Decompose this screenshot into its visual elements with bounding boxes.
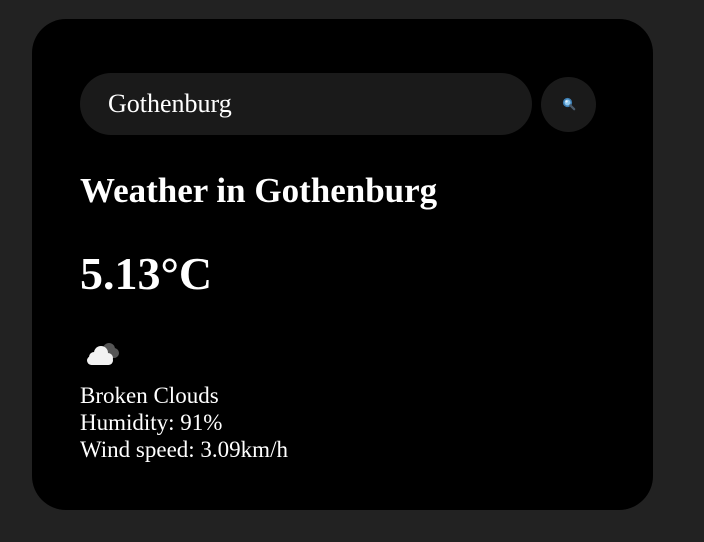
search-input[interactable] <box>80 73 532 135</box>
humidity: Humidity: 91% <box>80 410 223 435</box>
wind-speed: Wind speed: 3.09km/h <box>80 437 288 462</box>
search-icon <box>562 97 575 111</box>
weather-card: Weather in Gothenburg 5.13°C Broken Clou… <box>32 19 653 510</box>
broken-clouds-icon <box>87 343 119 365</box>
temperature: 5.13°C <box>80 248 213 299</box>
weather-description: Broken Clouds <box>80 383 219 408</box>
city-title: Weather in Gothenburg <box>80 171 438 210</box>
search-bar <box>80 73 596 135</box>
weather-details: Broken Clouds Humidity: 91% Wind speed: … <box>80 382 288 463</box>
search-button[interactable] <box>541 76 596 132</box>
